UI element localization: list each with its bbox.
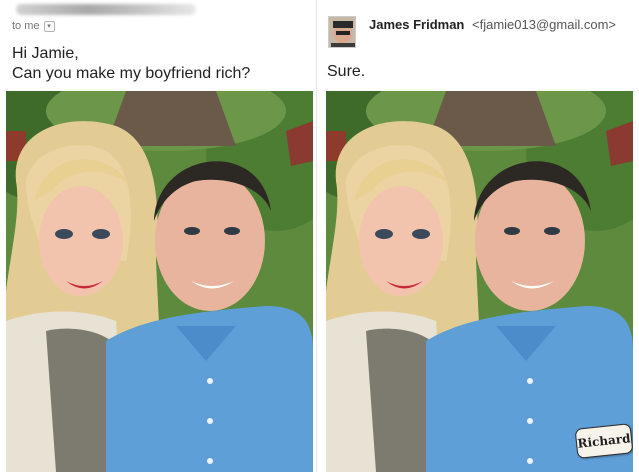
couple-photo-edited xyxy=(326,91,633,472)
greeting-line: Hi Jamie, xyxy=(12,45,79,62)
recipient-label: to me xyxy=(12,20,40,32)
name-tag-text: Richard xyxy=(576,431,632,451)
sender-line: James Fridman <fjamie013@gmail.com> xyxy=(369,17,616,32)
avatar-photo xyxy=(329,17,355,47)
chevron-down-icon: ▾ xyxy=(47,22,51,30)
redacted-sender xyxy=(16,4,196,15)
sender-name[interactable]: James Fridman xyxy=(369,17,464,32)
reply-email-panel: James Fridman <fjamie013@gmail.com> Sure… xyxy=(322,0,635,472)
original-photo xyxy=(6,91,313,472)
reply-body: Sure. xyxy=(327,63,366,80)
couple-photo-original xyxy=(6,91,313,472)
original-email-panel: to me ▾ Hi Jamie, Can you make my boyfri… xyxy=(0,0,313,472)
panel-divider xyxy=(316,0,317,472)
details-dropdown-button[interactable]: ▾ xyxy=(43,20,55,32)
sender-email[interactable]: <fjamie013@gmail.com> xyxy=(472,17,616,32)
recipient-row: to me ▾ xyxy=(12,20,55,32)
email-body: Hi Jamie, Can you make my boyfriend rich… xyxy=(12,44,250,84)
name-tag-badge: Richard xyxy=(574,423,633,459)
request-line: Can you make my boyfriend rich? xyxy=(12,65,251,82)
edited-photo: Richard xyxy=(326,91,633,472)
sender-avatar[interactable] xyxy=(328,16,356,48)
